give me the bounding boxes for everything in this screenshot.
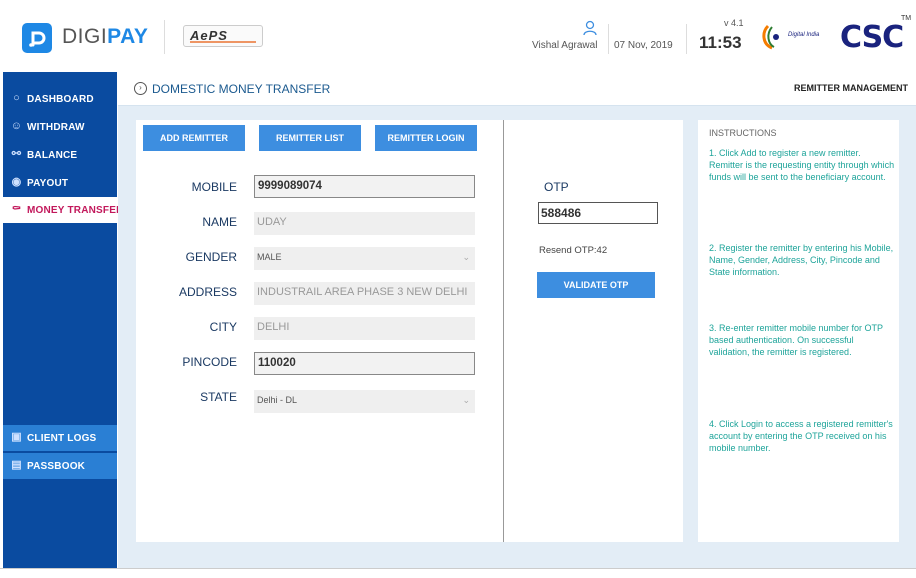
instructions-title: INSTRUCTIONS xyxy=(709,128,777,138)
sidebar-item-dashboard[interactable]: ○ DASHBOARD xyxy=(3,86,117,112)
sidebar-item-withdraw[interactable]: ☺ WITHDRAW xyxy=(3,114,117,140)
mobile-label: MOBILE xyxy=(191,180,237,194)
withdraw-icon: ☺ xyxy=(10,120,23,132)
sidebar: ○ DASHBOARD ☺ WITHDRAW ⚯ BALANCE ◉ PAYOU… xyxy=(3,72,123,568)
digital-india-logo: Digital India xyxy=(760,22,822,52)
state-label: STATE xyxy=(200,390,237,404)
resend-otp-timer[interactable]: Resend OTP:42 xyxy=(539,245,607,256)
digital-india-swirl-icon xyxy=(762,24,779,50)
name-label: NAME xyxy=(202,215,237,229)
remitter-list-button[interactable]: REMITTER LIST xyxy=(259,125,361,151)
sidebar-item-label: PAYOUT xyxy=(27,178,69,189)
gender-select-value: MALE xyxy=(257,252,282,262)
sidebar-item-label: BALANCE xyxy=(27,150,78,161)
app-root: DIGIPAY AePS Vishal Agrawal 07 Nov, 2019… xyxy=(0,0,916,578)
pincode-label: PINCODE xyxy=(182,355,237,369)
header-clock: 11:53 xyxy=(699,33,742,52)
add-remitter-button[interactable]: ADD REMITTER xyxy=(143,125,245,151)
user-icon[interactable] xyxy=(583,20,597,41)
chevron-down-icon: ⌄ xyxy=(462,395,470,405)
sidebar-item-balance[interactable]: ⚯ BALANCE xyxy=(3,142,117,168)
pincode-field[interactable]: 110020 xyxy=(254,352,475,375)
mobile-field[interactable]: 9999089074 xyxy=(254,175,475,198)
dashboard-icon: ○ xyxy=(13,92,20,104)
sidebar-item-client-logs[interactable]: ▣ CLIENT LOGS xyxy=(3,425,117,451)
gender-label: GENDER xyxy=(185,250,237,264)
page-title: DOMESTIC MONEY TRANSFER xyxy=(152,82,331,96)
brand-prefix: DIGI xyxy=(62,25,108,48)
aeps-logo: AePS xyxy=(183,25,263,47)
passbook-icon: ▤ xyxy=(11,459,22,471)
aeps-logo-underline xyxy=(190,41,256,43)
instruction-step-3: 3. Re-enter remitter mobile number for O… xyxy=(709,323,883,357)
money-transfer-icon: ⚰ xyxy=(11,203,22,215)
breadcrumb: › DOMESTIC MONEY TRANSFER REMITTER MANAG… xyxy=(118,72,916,106)
header-divider xyxy=(608,24,609,54)
chevron-down-icon: ⌄ xyxy=(462,252,470,262)
footer xyxy=(0,568,916,578)
sidebar-item-passbook[interactable]: ▤ PASSBOOK xyxy=(3,453,117,479)
sidebar-item-label: MONEY TRANSFER xyxy=(27,205,124,216)
chevron-right-icon: › xyxy=(134,82,147,95)
top-header: DIGIPAY AePS Vishal Agrawal 07 Nov, 2019… xyxy=(0,0,916,72)
otp-card xyxy=(503,120,683,542)
header-divider xyxy=(164,20,165,54)
city-field[interactable]: DELHI xyxy=(254,317,475,340)
csc-logo: CSC xyxy=(840,20,904,55)
header-date: 07 Nov, 2019 xyxy=(614,40,673,51)
section-title: REMITTER MANAGEMENT xyxy=(794,83,908,93)
sidebar-item-money-transfer[interactable]: ⚰ MONEY TRANSFER xyxy=(3,197,123,223)
client-logs-icon: ▣ xyxy=(11,431,22,443)
payout-icon: ◉ xyxy=(11,176,22,188)
brand-name: DIGIPAY xyxy=(62,25,148,49)
name-field[interactable]: UDAY xyxy=(254,212,475,235)
app-version: v 4.1 xyxy=(724,18,744,28)
remitter-login-button[interactable]: REMITTER LOGIN xyxy=(375,125,477,151)
brand-suffix: PAY xyxy=(107,25,149,48)
sidebar-item-payout[interactable]: ◉ PAYOUT xyxy=(3,170,117,196)
sidebar-item-label: CLIENT LOGS xyxy=(27,433,97,444)
city-label: CITY xyxy=(209,320,237,334)
header-divider xyxy=(686,24,687,54)
state-select[interactable]: Delhi - DL ⌄ xyxy=(254,390,475,413)
balance-icon: ⚯ xyxy=(11,148,22,160)
digipay-logo-icon xyxy=(22,23,52,53)
gender-select[interactable]: MALE ⌄ xyxy=(254,247,475,270)
address-field[interactable]: INDUSTRAIL AREA PHASE 3 NEW DELHI xyxy=(254,282,475,305)
sidebar-item-label: DASHBOARD xyxy=(27,94,94,105)
instruction-step-1: 1. Click Add to register a new remitter.… xyxy=(709,148,895,182)
trademark-mark: TM xyxy=(901,15,912,22)
state-select-value: Delhi - DL xyxy=(257,395,298,405)
otp-label: OTP xyxy=(544,180,569,194)
validate-otp-button[interactable]: VALIDATE OTP xyxy=(537,272,655,298)
address-label: ADDRESS xyxy=(178,285,237,299)
sidebar-item-label: PASSBOOK xyxy=(27,461,86,472)
otp-input[interactable]: 588486 xyxy=(538,202,658,224)
user-name: Vishal Agrawal xyxy=(532,40,598,51)
digital-india-text: Digital India xyxy=(788,32,820,38)
instruction-step-2: 2. Register the remitter by entering his… xyxy=(709,243,894,277)
sidebar-item-label: WITHDRAW xyxy=(27,122,85,133)
instruction-step-4: 4. Click Login to access a registered re… xyxy=(709,419,893,453)
